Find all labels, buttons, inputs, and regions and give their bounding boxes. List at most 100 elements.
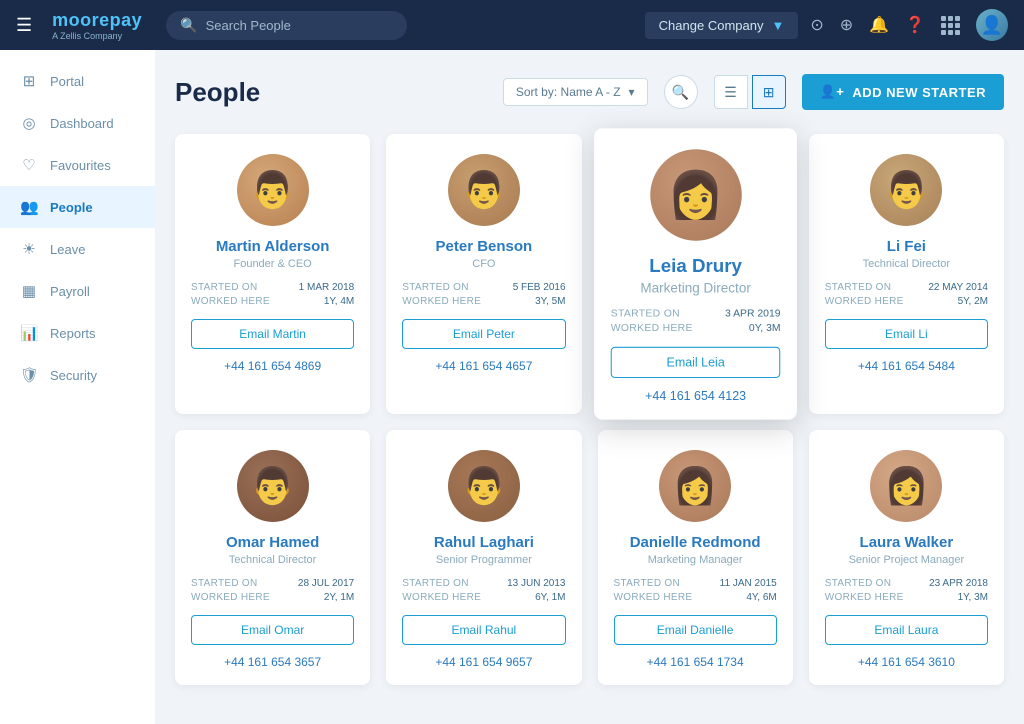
worked-here-label: WORKED HERE (191, 592, 270, 603)
email-button-peter[interactable]: Email Peter (402, 319, 565, 349)
sidebar-item-dashboard[interactable]: ◎ Dashboard (0, 102, 155, 144)
sidebar-label-security: Security (50, 368, 97, 383)
worked-here-value-laura: 1Y, 3M (958, 592, 988, 603)
sidebar-label-people: People (50, 200, 93, 215)
email-button-rahul[interactable]: Email Rahul (402, 615, 565, 645)
hamburger-icon[interactable]: ☰ (16, 15, 32, 36)
card-info-martin: STARTED ON 1 MAR 2018 WORKED HERE 1Y, 4M (191, 282, 354, 307)
reports-icon: 📊 (20, 324, 38, 342)
person-card-leia[interactable]: 👩 Leia Drury Marketing Director STARTED … (594, 128, 797, 419)
security-icon: 🛡 (20, 366, 38, 384)
email-button-martin[interactable]: Email Martin (191, 319, 354, 349)
avatar-martin: 👨 (237, 154, 309, 226)
sidebar-item-portal[interactable]: ⊞ Portal (0, 60, 155, 102)
bell-icon[interactable]: 🔔 (869, 15, 889, 35)
person-card-laura[interactable]: 👩 Laura Walker Senior Project Manager ST… (809, 430, 1004, 685)
sort-dropdown[interactable]: Sort by: Name A - Z ▾ (503, 78, 648, 106)
main-layout: ⊞ Portal ◎ Dashboard ♡ Favourites 👥 Peop… (0, 50, 1024, 724)
card-info-li: STARTED ON 22 MAY 2014 WORKED HERE 5Y, 2… (825, 282, 988, 307)
avatar-laura: 👩 (870, 450, 942, 522)
sidebar-label-dashboard: Dashboard (50, 116, 114, 131)
phone-li: +44 161 654 5484 (825, 359, 988, 373)
started-on-label: STARTED ON (402, 578, 469, 589)
phone-martin: +44 161 654 4869 (191, 359, 354, 373)
page-title: People (175, 77, 487, 108)
sidebar-item-payroll[interactable]: ▦ Payroll (0, 270, 155, 312)
person-card-omar[interactable]: 👨 Omar Hamed Technical Director STARTED … (175, 430, 370, 685)
app-name: moorepay (52, 10, 142, 31)
app-subtitle: A Zellis Company (52, 31, 142, 41)
person-card-li[interactable]: 👨 Li Fei Technical Director STARTED ON 2… (809, 134, 1004, 414)
started-on-value-martin: 1 MAR 2018 (299, 282, 355, 293)
worked-here-value-omar: 2Y, 1M (324, 592, 354, 603)
search-button[interactable]: 🔍 (664, 75, 698, 109)
leave-icon: ☀ (20, 240, 38, 258)
search-icon: 🔍 (672, 84, 689, 101)
started-on-label: STARTED ON (614, 578, 681, 589)
email-button-li[interactable]: Email Li (825, 319, 988, 349)
add-new-starter-button[interactable]: 👤+ ADD NEW STARTER (802, 74, 1004, 110)
email-button-danielle[interactable]: Email Danielle (614, 615, 777, 645)
worked-here-value-martin: 1Y, 4M (324, 296, 354, 307)
person-card-danielle[interactable]: 👩 Danielle Redmond Marketing Manager STA… (598, 430, 793, 685)
worked-here-row-peter: WORKED HERE 3Y, 5M (402, 296, 565, 307)
company-label: Change Company (659, 18, 764, 33)
grid-icon[interactable] (941, 16, 960, 35)
search-bar[interactable]: 🔍 (166, 11, 407, 40)
sidebar-item-favourites[interactable]: ♡ Favourites (0, 144, 155, 186)
people-cards-grid: 👨 Martin Alderson Founder & CEO STARTED … (175, 134, 1004, 685)
company-dropdown[interactable]: Change Company ▼ (645, 12, 799, 39)
worked-here-label: WORKED HERE (402, 296, 481, 307)
person-card-peter[interactable]: 👨 Peter Benson CFO STARTED ON 5 FEB 2016… (386, 134, 581, 414)
avatar-li: 👨 (870, 154, 942, 226)
started-on-value-omar: 28 JUL 2017 (298, 578, 354, 589)
sidebar-label-portal: Portal (50, 74, 84, 89)
avatar-peter: 👨 (448, 154, 520, 226)
worked-here-label: WORKED HERE (402, 592, 481, 603)
started-on-label: STARTED ON (191, 578, 258, 589)
plus-icon[interactable]: ⊕ (840, 15, 853, 35)
started-on-row-li: STARTED ON 22 MAY 2014 (825, 282, 988, 293)
dashboard-icon: ◎ (20, 114, 38, 132)
email-button-laura[interactable]: Email Laura (825, 615, 988, 645)
sidebar-item-people[interactable]: 👥 People (0, 186, 155, 228)
person-card-rahul[interactable]: 👨 Rahul Laghari Senior Programmer STARTE… (386, 430, 581, 685)
search-input[interactable] (206, 18, 394, 33)
email-button-leia[interactable]: Email Leia (610, 347, 780, 378)
person-card-martin[interactable]: 👨 Martin Alderson Founder & CEO STARTED … (175, 134, 370, 414)
main-content: People Sort by: Name A - Z ▾ 🔍 ☰ ⊞ 👤+ AD… (155, 50, 1024, 724)
started-on-value-peter: 5 FEB 2016 (513, 282, 566, 293)
worked-here-value-leia: 0Y, 3M (748, 323, 780, 334)
favourites-icon: ♡ (20, 156, 38, 174)
sidebar-item-leave[interactable]: ☀ Leave (0, 228, 155, 270)
worked-here-value-peter: 3Y, 5M (535, 296, 565, 307)
topnav-icons: ⊙ ⊕ 🔔 ❓ 👤 (810, 9, 1008, 41)
worked-here-label: WORKED HERE (825, 592, 904, 603)
sidebar-label-favourites: Favourites (50, 158, 111, 173)
worked-here-label: WORKED HERE (614, 592, 693, 603)
user-avatar[interactable]: 👤 (976, 9, 1008, 41)
phone-rahul: +44 161 654 9657 (402, 655, 565, 669)
email-button-omar[interactable]: Email Omar (191, 615, 354, 645)
started-on-row-omar: STARTED ON 28 JUL 2017 (191, 578, 354, 589)
add-icon: 👤+ (820, 84, 845, 100)
sidebar-label-reports: Reports (50, 326, 96, 341)
started-on-value-rahul: 13 JUN 2013 (507, 578, 565, 589)
worked-here-row-rahul: WORKED HERE 6Y, 1M (402, 592, 565, 603)
started-on-label: STARTED ON (825, 282, 892, 293)
worked-here-row-omar: WORKED HERE 2Y, 1M (191, 592, 354, 603)
sidebar-item-security[interactable]: 🛡 Security (0, 354, 155, 396)
compass-icon[interactable]: ⊙ (810, 15, 823, 35)
help-icon[interactable]: ❓ (905, 15, 925, 35)
avatar-leia: 👩 (649, 149, 741, 241)
started-on-row-leia: STARTED ON 3 APR 2019 (610, 308, 780, 319)
avatar-danielle: 👩 (659, 450, 731, 522)
worked-here-value-rahul: 6Y, 1M (535, 592, 565, 603)
list-view-button[interactable]: ☰ (714, 75, 748, 109)
grid-view-button[interactable]: ⊞ (752, 75, 786, 109)
card-info-peter: STARTED ON 5 FEB 2016 WORKED HERE 3Y, 5M (402, 282, 565, 307)
phone-laura: +44 161 654 3610 (825, 655, 988, 669)
dropdown-arrow-icon: ▼ (771, 18, 784, 33)
person-name-danielle: Danielle Redmond (614, 534, 777, 551)
sidebar-item-reports[interactable]: 📊 Reports (0, 312, 155, 354)
